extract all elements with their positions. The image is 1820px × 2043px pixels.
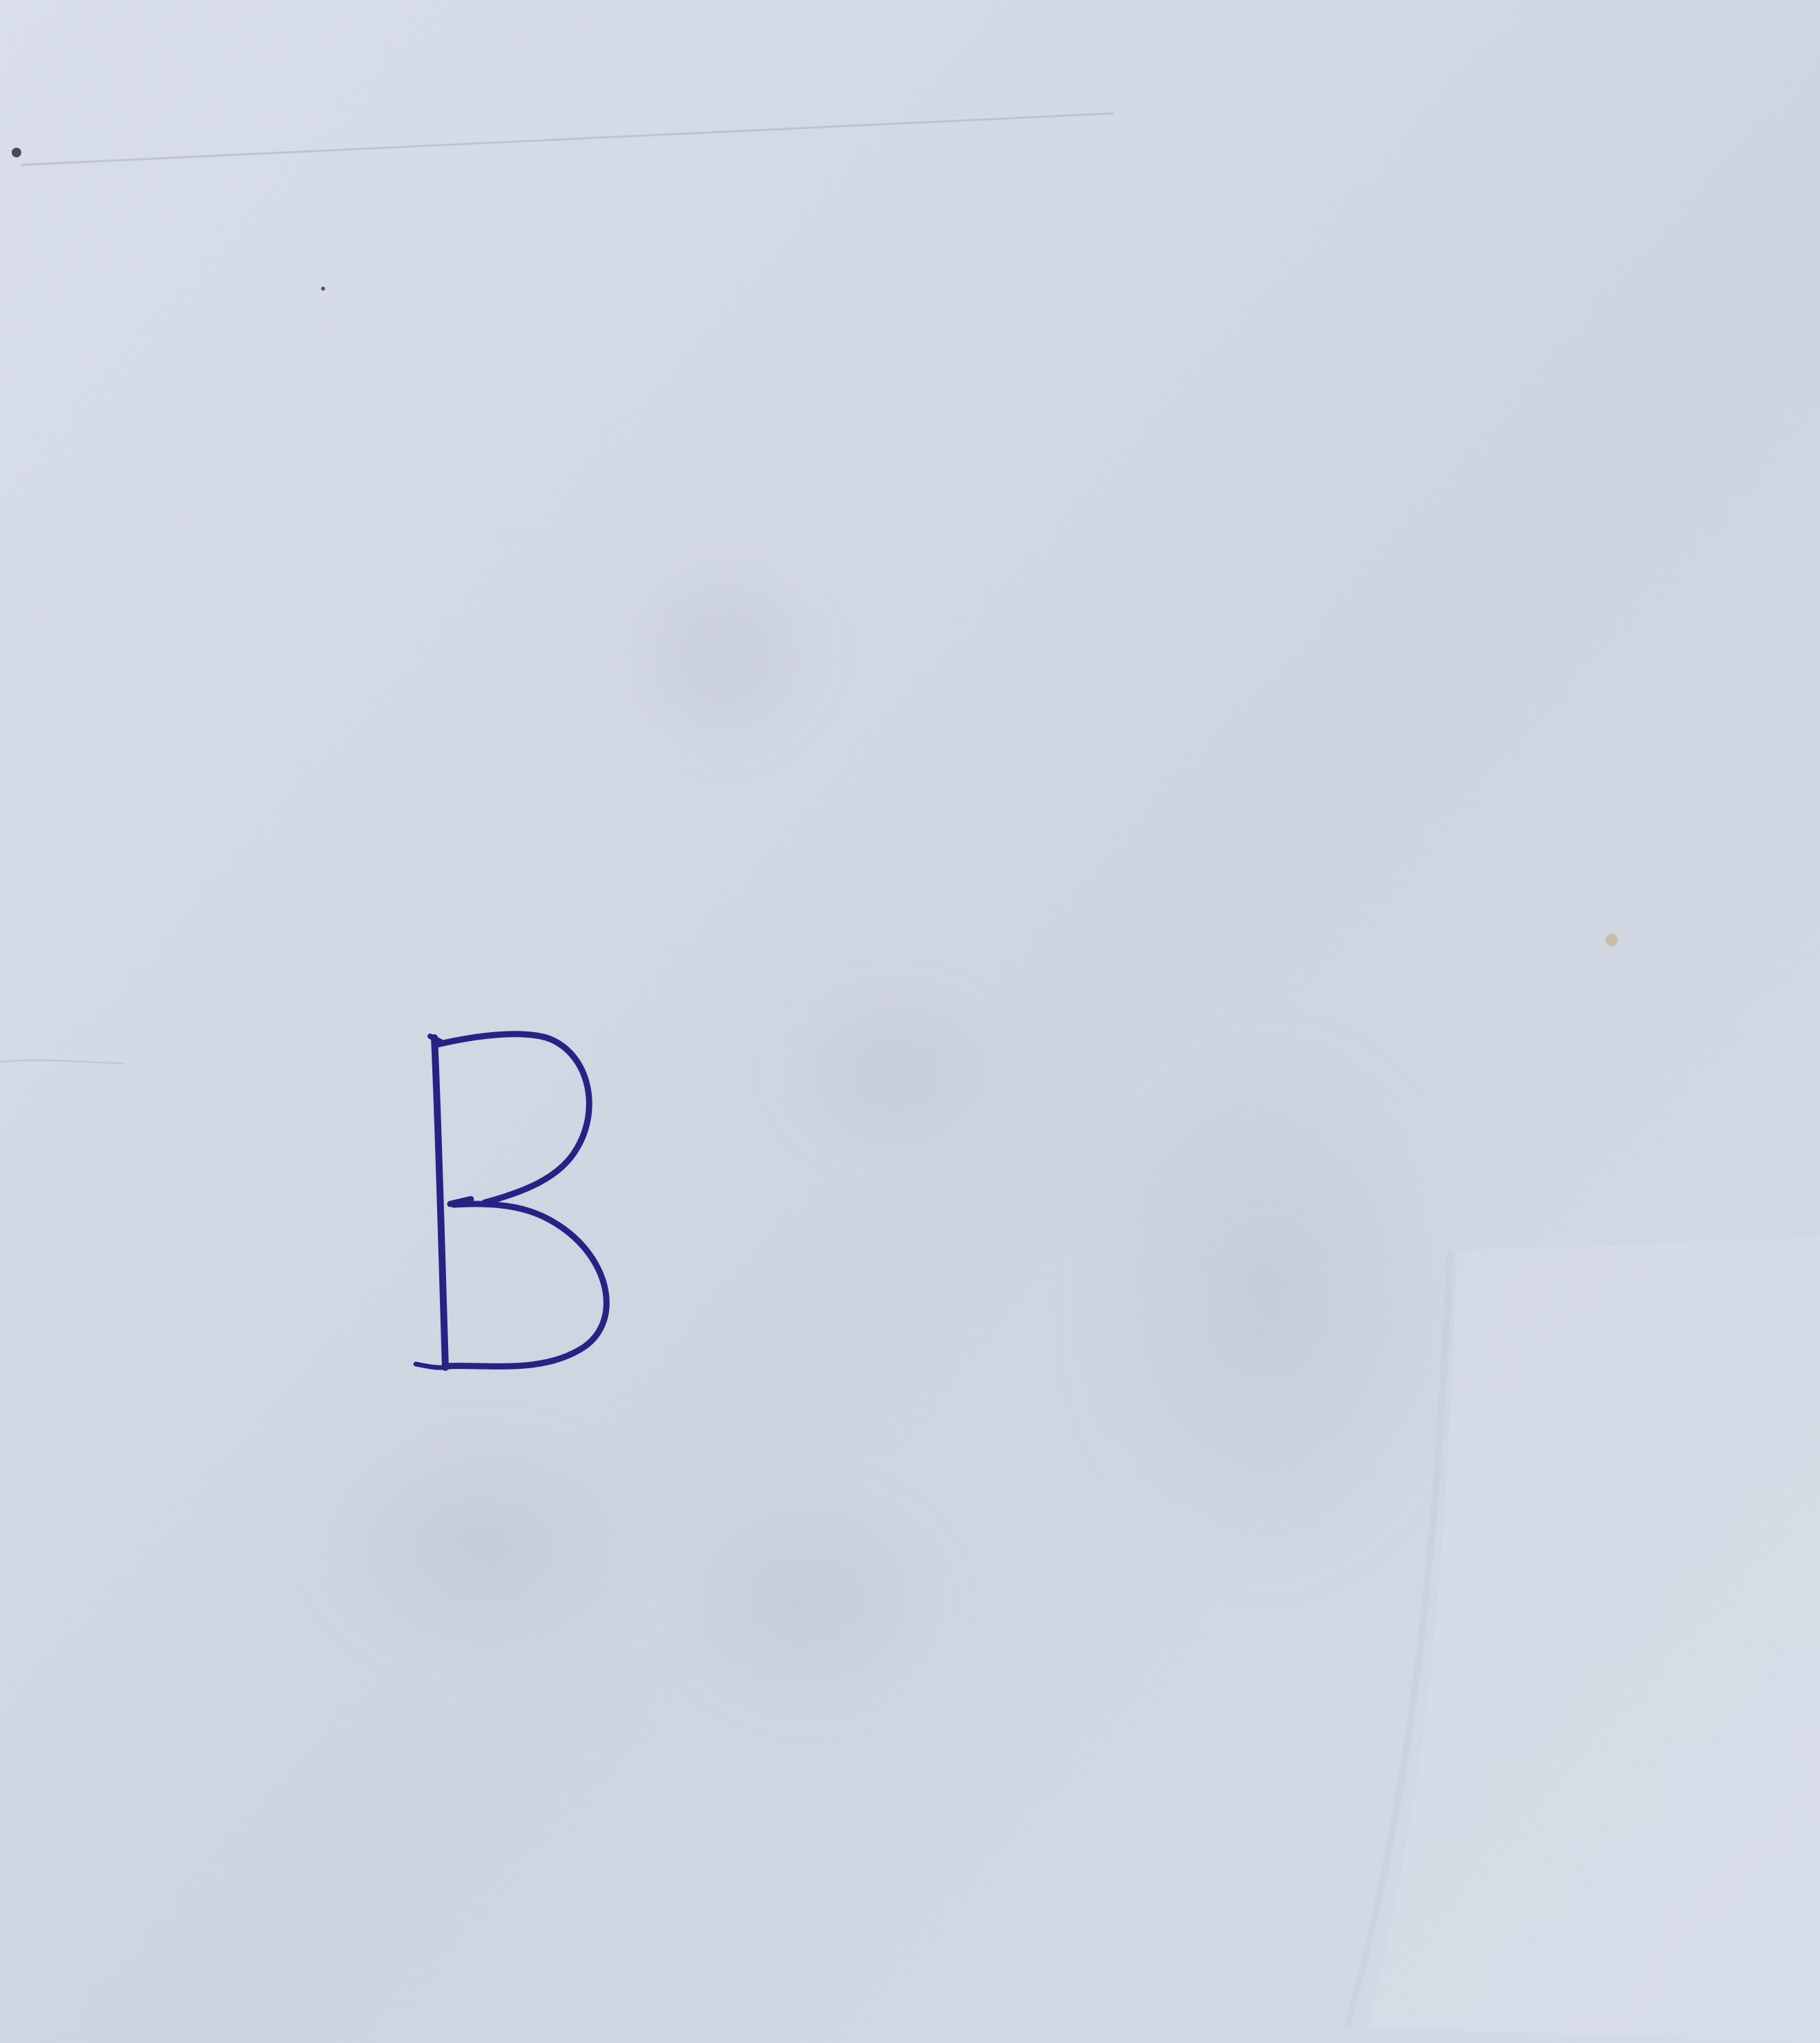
paper-scene xyxy=(0,0,1820,2043)
paper-grain xyxy=(0,0,1820,2043)
paper-photo xyxy=(0,0,1820,2043)
